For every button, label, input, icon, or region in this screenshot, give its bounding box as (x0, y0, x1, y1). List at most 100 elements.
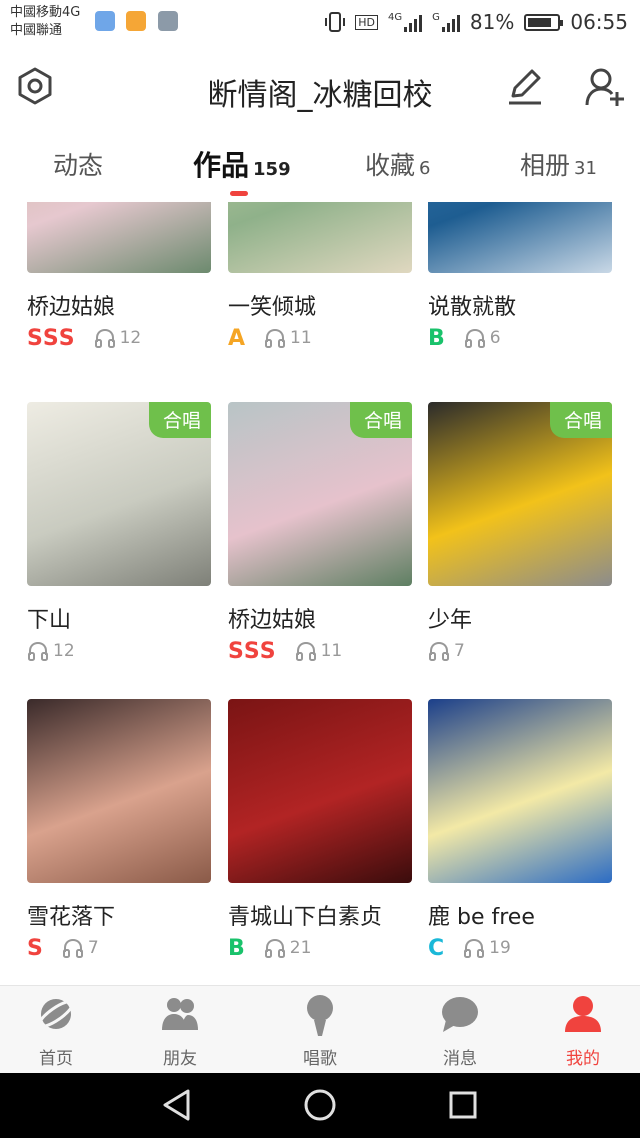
profile-icon (565, 996, 601, 1032)
lock-app-icon (126, 11, 146, 31)
work-card[interactable]: 合唱少年 7 (428, 402, 612, 672)
headphones-icon (464, 938, 485, 958)
nav-sing-label: 唱歌 (303, 1049, 337, 1069)
work-cover-image[interactable] (428, 699, 612, 883)
play-count-value: 6 (489, 328, 501, 348)
work-card[interactable]: 说散就散 B 6 (428, 202, 612, 359)
edit-pencil-icon[interactable] (505, 66, 545, 106)
headphones-icon (265, 328, 286, 348)
work-cover-image[interactable]: 合唱 (27, 402, 211, 586)
work-cover-image[interactable]: 合唱 (428, 402, 612, 586)
profile-header: 断情阁_冰糖回校 (0, 44, 640, 132)
work-cover-image[interactable]: 合唱 (228, 402, 412, 586)
tab-moments[interactable]: 动态 (53, 146, 103, 182)
microphone-icon (307, 995, 333, 1036)
chorus-badge: 合唱 (349, 402, 412, 438)
play-count: 11 (264, 328, 312, 348)
work-title[interactable]: 下山 (27, 602, 71, 634)
play-count-value: 7 (454, 641, 465, 661)
play-count-value: 11 (320, 641, 343, 661)
nav-home-label: 首页 (39, 1049, 73, 1069)
play-count: 6 (464, 328, 501, 348)
work-cover-image[interactable] (228, 699, 412, 883)
headphones-icon (295, 641, 316, 661)
work-title[interactable]: 青城山下白素贞 (228, 899, 382, 931)
back-triangle-icon[interactable] (160, 1088, 194, 1122)
work-title[interactable]: 少年 (428, 602, 472, 634)
play-count: 21 (264, 938, 311, 958)
work-meta: 12 (27, 638, 75, 664)
nav-home[interactable]: 首页 (6, 986, 106, 1074)
work-meta: B6 (428, 325, 501, 351)
chorus-badge: 合唱 (148, 402, 211, 438)
tab-favorites[interactable]: 收藏 6 (365, 146, 430, 182)
vibrate-icon (325, 12, 346, 32)
tab-albums[interactable]: 相册 31 (520, 146, 597, 182)
work-meta: S7 (27, 935, 99, 961)
work-card[interactable]: 合唱桥边姑娘 SSS 11 (228, 402, 412, 672)
play-count-value: 12 (119, 328, 142, 348)
work-cover-image[interactable] (228, 202, 412, 273)
work-cover-image[interactable] (428, 202, 612, 273)
work-title[interactable]: 说散就散 (428, 289, 516, 321)
play-count: 12 (94, 328, 142, 348)
add-friend-icon[interactable] (584, 66, 626, 108)
work-title[interactable]: 一笑倾城 (228, 289, 316, 321)
tab-favorites-count: 6 (419, 158, 431, 179)
score-grade-badge: B (228, 935, 246, 961)
planet-icon (37, 999, 75, 1029)
carrier-line-1: 中國移動4G (10, 5, 81, 20)
work-card[interactable]: 雪花落下 S 7 (27, 699, 211, 969)
tab-works[interactable]: 作品 159 (193, 144, 291, 184)
battery-icon (524, 13, 564, 31)
headphones-icon (429, 641, 449, 661)
work-card[interactable]: 青城山下白素贞 B 21 (228, 699, 412, 969)
nav-profile-label: 我的 (566, 1049, 600, 1069)
work-title[interactable]: 鹿 be free (428, 899, 535, 931)
work-title[interactable]: 桥边姑娘 (228, 602, 316, 634)
profile-tabs: 动态 作品 159 收藏 6 相册 31 (0, 132, 640, 200)
work-title[interactable]: 雪花落下 (27, 899, 115, 931)
status-indicators: HD 4G G 81% 06:55 (325, 6, 628, 38)
headphones-icon (464, 328, 485, 348)
nav-friends-label: 朋友 (163, 1049, 197, 1069)
work-card[interactable]: 鹿 be free C 19 (428, 699, 612, 969)
score-grade-badge: A (228, 325, 247, 351)
nav-friends[interactable]: 朋友 (130, 986, 230, 1074)
score-grade-badge: S (27, 935, 44, 961)
work-card[interactable]: 桥边姑娘 SSS 12 (27, 202, 211, 359)
chat-bubble-icon (442, 997, 478, 1032)
play-count: 12 (27, 641, 75, 661)
headphones-icon (94, 328, 115, 348)
nav-profile[interactable]: 我的 (533, 986, 633, 1074)
hd-badge: HD (355, 14, 379, 30)
friends-icon (162, 998, 198, 1030)
headphones-icon (264, 938, 285, 958)
home-circle-icon[interactable] (303, 1088, 337, 1122)
tab-albums-count: 31 (574, 158, 597, 179)
work-cover-image[interactable] (27, 202, 211, 273)
battery-percent: 81% (469, 10, 515, 34)
gallery-icon (158, 11, 178, 31)
works-grid: 桥边姑娘 SSS 12 一笑倾城 A 11 说散就散 B 6 合唱 下山 12 合唱 桥边姑娘 SSS 11 合… (0, 202, 640, 985)
play-count-value: 11 (290, 328, 312, 348)
work-cover-image[interactable] (27, 699, 211, 883)
work-title[interactable]: 桥边姑娘 (27, 289, 115, 321)
score-grade-badge: SSS (27, 325, 76, 351)
status-bar: 中國移動4G 中國聯通 HD 4G G 81% 06:55 (0, 0, 640, 44)
nav-messages[interactable]: 消息 (410, 986, 510, 1074)
work-card[interactable]: 合唱下山 12 (27, 402, 211, 672)
play-count-value: 7 (87, 938, 99, 958)
work-card[interactable]: 一笑倾城 A 11 (228, 202, 412, 359)
headphones-icon (62, 938, 83, 958)
play-count: 7 (428, 641, 465, 661)
headphones-icon (28, 641, 48, 661)
score-grade-badge: SSS (228, 638, 277, 664)
system-navigation-bar (0, 1073, 640, 1138)
recents-square-icon[interactable] (446, 1088, 480, 1122)
app-notification-icon (95, 11, 115, 31)
nav-sing[interactable]: 唱歌 (270, 986, 370, 1074)
carrier-info: 中國移動4G 中國聯通 (10, 4, 80, 40)
chorus-badge: 合唱 (549, 402, 612, 438)
play-count: 11 (295, 641, 343, 661)
